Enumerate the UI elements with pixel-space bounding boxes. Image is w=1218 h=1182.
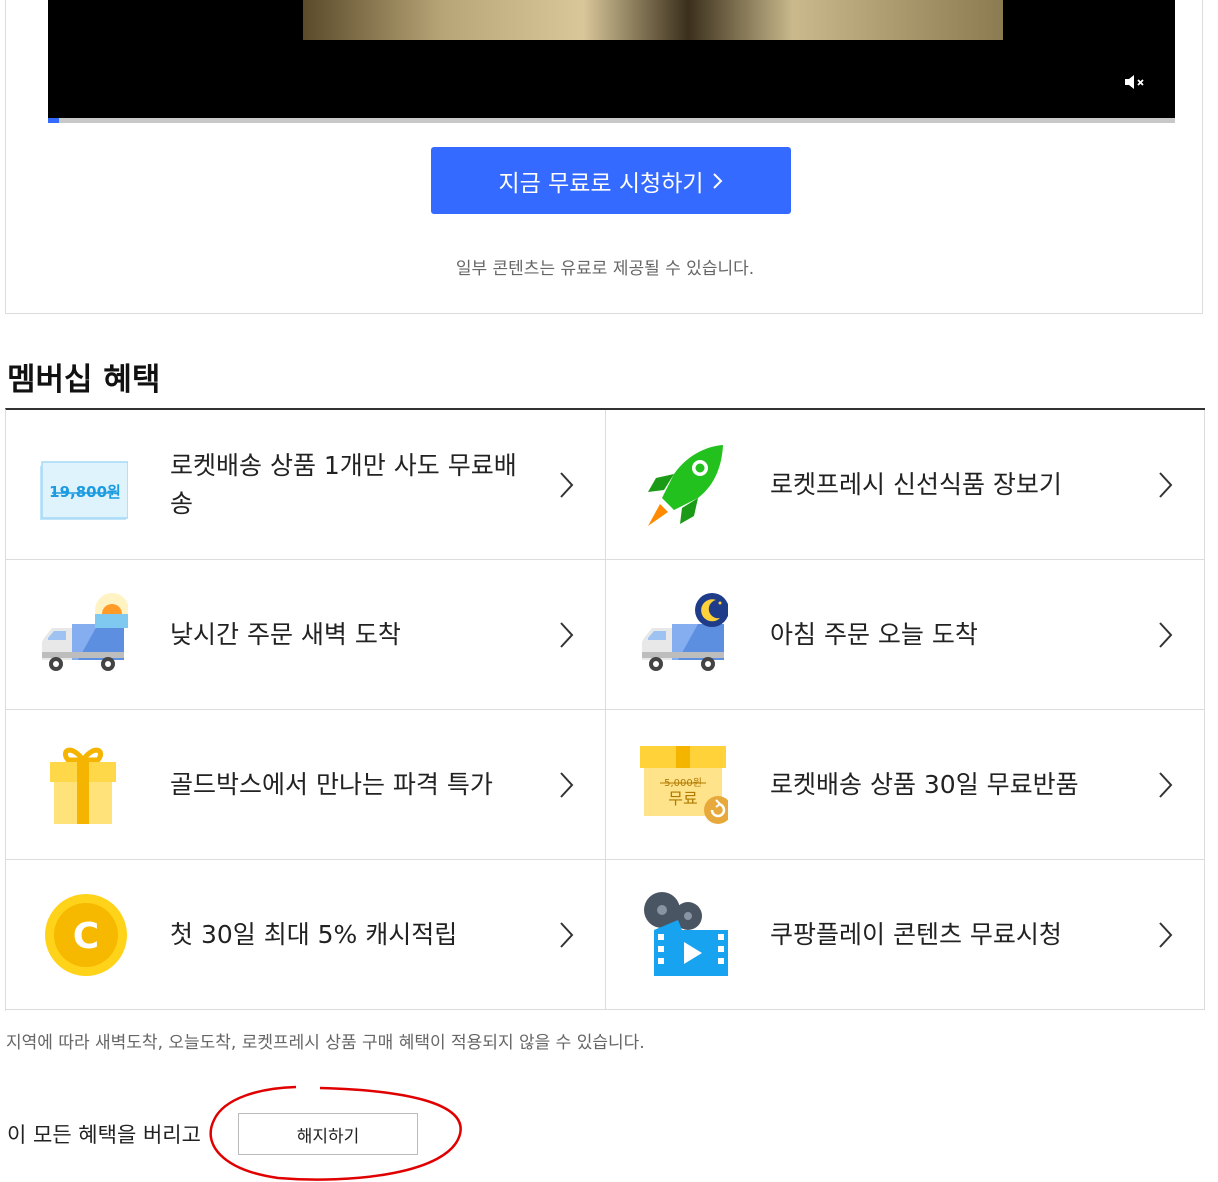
video-card: 지금 무료로 시청하기 일부 콘텐츠는 유료로 제공될 수 있습니다. [5, 0, 1203, 314]
chevron-right-icon [560, 772, 574, 798]
video-player[interactable] [48, 0, 1175, 118]
video-paid-note: 일부 콘텐츠는 유료로 제공될 수 있습니다. [455, 259, 755, 279]
red-circle-annotation [209, 1085, 462, 1181]
night-delivery-truck-icon [642, 593, 728, 671]
benefit-label: 아침 주문 오늘 도착 [770, 619, 978, 649]
chevron-right-icon [1159, 472, 1173, 498]
chevron-right-icon [1159, 772, 1173, 798]
gift-box-icon [50, 747, 116, 824]
cancel-prompt-text: 이 모든 혜택을 버리고 [7, 1123, 201, 1147]
chevron-right-icon [560, 472, 574, 498]
chevron-right-icon [1159, 922, 1173, 948]
benefit-dawn-delivery[interactable]: 낮시간 주문 새벽 도착 [6, 560, 606, 710]
chevron-right-icon [1159, 622, 1173, 648]
benefit-free-shipping[interactable]: 19,800원 로켓배송 상품 1개만 사도 무료배송 [6, 410, 606, 560]
coin-text: C [73, 916, 99, 957]
rocket-icon [648, 445, 723, 526]
benefit-label: 쿠팡플레이 콘텐츠 무료시청 [770, 919, 1062, 949]
chevron-right-icon [712, 172, 722, 189]
section-title: 멤버십 혜택 [7, 362, 161, 398]
benefit-goldbox[interactable]: 골드박스에서 만나는 파격 특가 [6, 710, 606, 860]
watch-free-label: 지금 무료로 시청하기 [498, 170, 704, 197]
benefit-label: 로켓배송 상품 30일 무료반품 [770, 769, 1079, 799]
benefit-grid: 19,800원 로켓배송 상품 1개만 사도 무료배송 로켓프레시 신선식품 장… [5, 408, 1205, 1011]
benefit-label: 로켓프레시 신선식품 장보기 [770, 469, 1062, 499]
watch-free-button[interactable]: 지금 무료로 시청하기 [431, 147, 791, 214]
benefit-rocket-fresh[interactable]: 로켓프레시 신선식품 장보기 [606, 410, 1205, 560]
video-progress-fill [48, 118, 60, 123]
coupon-price-text: 19,800원 [49, 483, 121, 501]
benefit-coupang-play[interactable]: 쿠팡플레이 콘텐츠 무료시청 [606, 860, 1205, 1010]
benefit-same-day-delivery[interactable]: 아침 주문 오늘 도착 [606, 560, 1205, 710]
free-shipping-coupon-icon: 19,800원 [40, 461, 128, 520]
benefit-label: 로켓배송 상품 1개만 사도 무료배송 [170, 450, 517, 518]
speaker-muted-icon[interactable] [1123, 72, 1147, 92]
chevron-right-icon [560, 622, 574, 648]
cash-coin-icon: C [45, 894, 127, 976]
benefit-label: 낮시간 주문 새벽 도착 [170, 619, 401, 649]
benefit-cashback[interactable]: C 첫 30일 최대 5% 캐시적립 [6, 860, 606, 1010]
free-return-box-icon: 5,000원 무료 [640, 746, 728, 824]
benefit-free-return[interactable]: 5,000원 무료 로켓배송 상품 30일 무료반품 [606, 710, 1205, 860]
benefit-label: 골드박스에서 만나는 파격 특가 [170, 769, 493, 799]
chevron-right-icon [560, 922, 574, 948]
dawn-delivery-truck-icon [42, 593, 128, 671]
video-progress-bar[interactable] [48, 118, 1175, 123]
box-free-text: 무료 [668, 789, 697, 808]
region-note: 지역에 따라 새벽도착, 오늘도착, 로켓프레시 상품 구매 혜택이 적용되지 … [6, 1033, 645, 1053]
benefit-label: 첫 30일 최대 5% 캐시적립 [170, 919, 458, 949]
video-frame-image [303, 0, 1003, 40]
film-play-icon [644, 892, 728, 976]
